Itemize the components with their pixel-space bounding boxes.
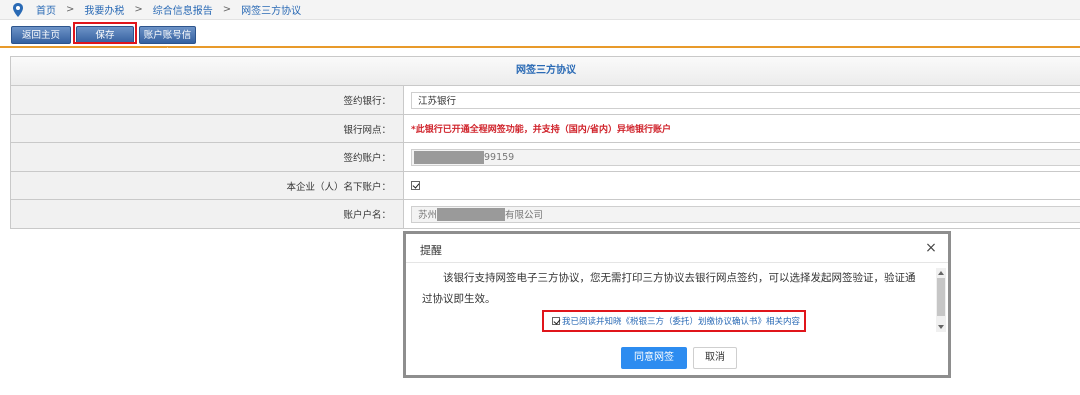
account-label: 签约账户： [11, 143, 404, 171]
scroll-up-icon[interactable] [938, 271, 944, 275]
breadcrumb-separator: > [134, 4, 143, 15]
agreement-form: 网签三方协议 签约银行： 江苏银行 银行网点： *此银行已开通全程网签功能，并支… [10, 56, 1080, 229]
account-suffix: 99159 [484, 151, 515, 163]
breadcrumb-separator: > [222, 4, 232, 15]
toolbar: 返回主页 保存 账户账号信息 [0, 22, 1080, 59]
account-field[interactable]: 99159 [411, 148, 1080, 166]
account-mask [414, 150, 484, 164]
reminder-dialog: 提醒 × 该银行支持网签电子三方协议，您无需打印三方协议去银行网点签约，可以选择… [403, 231, 951, 378]
own-account-label: 本企业（人）名下账户： [11, 172, 404, 199]
form-title: 网签三方协议 [11, 57, 1080, 85]
breadcrumb-separator: > [66, 4, 75, 15]
account-name-label: 账户户名： [11, 200, 404, 228]
branch-row: 银行网点： *此银行已开通全程网签功能，并支持（国内/省内）异地银行账户 [11, 115, 1080, 143]
location-pin-icon [13, 2, 23, 17]
branch-label: 银行网点： [11, 115, 404, 142]
breadcrumb-current: 网签三方协议 [241, 6, 302, 17]
account-name-suffix: 有限公司 [505, 210, 544, 221]
account-name-row: 账户户名： 苏州 有限公司 [11, 200, 1080, 229]
account-name-mask [437, 207, 506, 221]
dialog-title: 提醒 [420, 244, 442, 257]
agree-highlight-box: 我已阅读并知晓《税银三方（委托）划缴协议确认书》相关内容 [542, 310, 806, 332]
back-home-button[interactable]: 返回主页 [11, 26, 71, 44]
breadcrumb: 首页 > 我要办税 > 综合信息报告 > 网签三方协议 [0, 0, 1080, 20]
bank-select[interactable]: 江苏银行 [411, 91, 1080, 109]
own-account-row: 本企业（人）名下账户： [11, 172, 1080, 200]
close-icon[interactable]: × [924, 240, 938, 256]
breadcrumb-tax[interactable]: 我要办税 [84, 2, 124, 17]
account-row: 签约账户： 99159 [11, 143, 1080, 172]
account-info-button[interactable]: 账户账号信息 [139, 26, 196, 59]
breadcrumb-home[interactable]: 首页 [36, 2, 56, 17]
dialog-message: 该银行支持网签电子三方协议，您无需打印三方协议去银行网点签约，可以选择发起网签验… [422, 272, 916, 305]
breadcrumb-report[interactable]: 综合信息报告 [153, 2, 213, 17]
bank-value: 江苏银行 [418, 96, 457, 107]
cancel-button[interactable]: 取消 [693, 347, 737, 369]
bank-label: 签约银行： [11, 86, 404, 114]
own-account-checkbox[interactable] [411, 181, 420, 190]
scroll-down-icon[interactable] [938, 325, 944, 329]
dialog-divider [406, 262, 948, 263]
dialog-scrollbar[interactable] [936, 268, 946, 332]
account-name-field[interactable]: 苏州 有限公司 [411, 205, 1080, 223]
form-header-row: 网签三方协议 [11, 57, 1080, 86]
agree-checkbox[interactable] [552, 317, 560, 325]
branch-warning: *此银行已开通全程网签功能，并支持（国内/省内）异地银行账户 [411, 125, 671, 135]
scroll-thumb[interactable] [937, 278, 945, 316]
agree-text[interactable]: 我已阅读并知晓《税银三方（委托）划缴协议确认书》相关内容 [562, 315, 800, 327]
save-highlight-box [73, 22, 137, 44]
account-name-prefix: 苏州 [418, 210, 438, 221]
agree-sign-button[interactable]: 同意网签 [621, 347, 687, 369]
bank-row: 签约银行： 江苏银行 [11, 86, 1080, 115]
